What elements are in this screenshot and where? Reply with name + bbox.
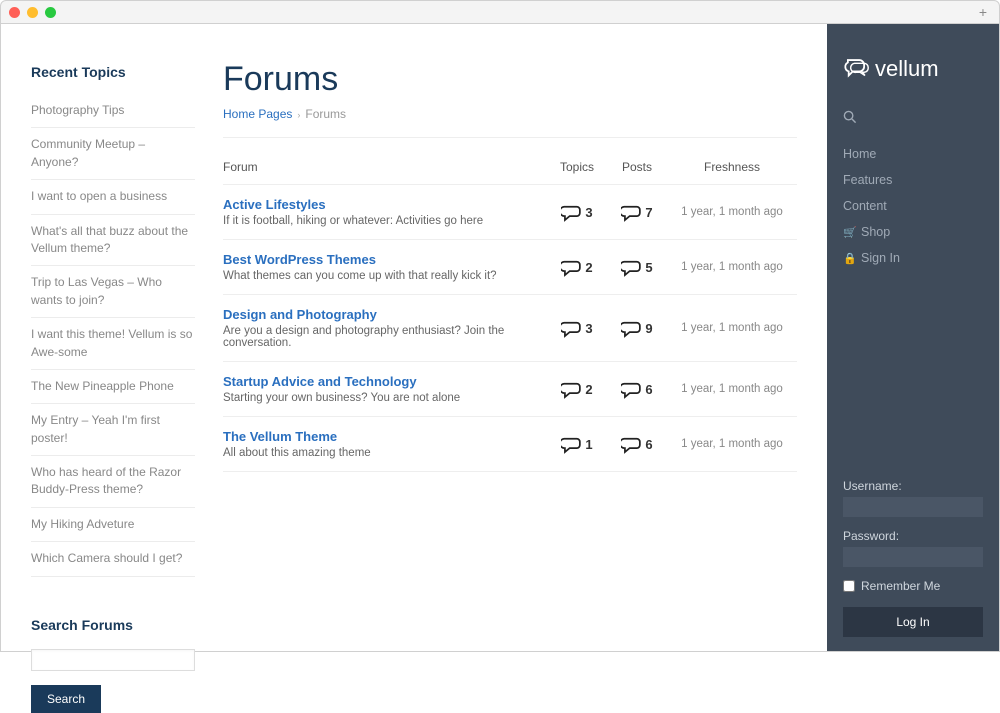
main-content: Forums Home Pages›Forums Forum Topics Po… <box>195 24 827 651</box>
speech-icon <box>621 381 641 397</box>
posts-count: 6 <box>607 436 667 452</box>
recent-topic-item[interactable]: Which Camera should I get? <box>31 542 195 576</box>
cart-icon: 🛒 <box>843 226 855 239</box>
recent-topic-item[interactable]: Community Meetup – Anyone? <box>31 128 195 180</box>
maximize-window-button[interactable] <box>45 7 56 18</box>
search-button[interactable]: Search <box>31 685 101 713</box>
recent-topics-list: Photography TipsCommunity Meetup – Anyon… <box>31 94 195 577</box>
recent-topic-item[interactable]: Who has heard of the Razor Buddy-Press t… <box>31 456 195 508</box>
forum-description: All about this amazing theme <box>223 447 547 459</box>
topics-count: 1 <box>547 436 607 452</box>
freshness-text: 1 year, 1 month ago <box>667 383 797 395</box>
close-window-button[interactable] <box>9 7 20 18</box>
forum-row: Best WordPress Themes What themes can you… <box>223 240 797 295</box>
recent-topics-heading: Recent Topics <box>31 64 195 80</box>
topics-count: 3 <box>547 320 607 336</box>
forum-row: Active Lifestyles If it is football, hiki… <box>223 185 797 240</box>
forum-row: The Vellum Theme All about this amazing t… <box>223 417 797 472</box>
forum-name-link[interactable]: The Vellum Theme <box>223 429 547 444</box>
breadcrumb: Home Pages›Forums <box>223 107 797 138</box>
nav-item[interactable]: Home <box>843 141 983 167</box>
forum-name-link[interactable]: Startup Advice and Technology <box>223 374 547 389</box>
recent-topic-item[interactable]: Photography Tips <box>31 94 195 128</box>
topics-count: 3 <box>547 204 607 220</box>
col-header-posts: Posts <box>607 160 667 174</box>
nav-list: HomeFeaturesContent🛒Shop🔒Sign In <box>843 141 983 271</box>
brand[interactable]: vellum <box>843 56 983 82</box>
forum-name-link[interactable]: Active Lifestyles <box>223 197 547 212</box>
speech-icon <box>561 436 581 452</box>
recent-topic-item[interactable]: I want this theme! Vellum is so Awe-some <box>31 318 195 370</box>
speech-icon <box>621 259 641 275</box>
remember-checkbox[interactable] <box>843 580 855 592</box>
forum-name-link[interactable]: Best WordPress Themes <box>223 252 547 267</box>
speech-icon <box>561 204 581 220</box>
username-label: Username: <box>843 479 983 493</box>
forum-row: Design and Photography Are you a design a… <box>223 295 797 362</box>
new-tab-button[interactable]: + <box>975 4 991 20</box>
posts-count: 9 <box>607 320 667 336</box>
freshness-text: 1 year, 1 month ago <box>667 322 797 334</box>
recent-topic-item[interactable]: The New Pineapple Phone <box>31 370 195 404</box>
forum-name-link[interactable]: Design and Photography <box>223 307 547 322</box>
login-form: Username: Password: Remember Me Log In <box>843 479 983 637</box>
minimize-window-button[interactable] <box>27 7 38 18</box>
nav-item[interactable]: Content <box>843 193 983 219</box>
search-input[interactable] <box>31 649 195 671</box>
recent-topic-item[interactable]: What's all that buzz about the Vellum th… <box>31 215 195 267</box>
speech-icon <box>621 436 641 452</box>
forum-description: Starting your own business? You are not … <box>223 392 547 404</box>
nav-item[interactable]: Features <box>843 167 983 193</box>
password-input[interactable] <box>843 547 983 567</box>
search-forums-heading: Search Forums <box>31 617 195 633</box>
speech-icon <box>621 204 641 220</box>
recent-topic-item[interactable]: My Hiking Adveture <box>31 508 195 542</box>
freshness-text: 1 year, 1 month ago <box>667 206 797 218</box>
brand-name: vellum <box>875 56 939 82</box>
speech-icon <box>621 320 641 336</box>
forum-description: What themes can you come up with that re… <box>223 270 547 282</box>
table-header: Forum Topics Posts Freshness <box>223 160 797 185</box>
breadcrumb-current: Forums <box>305 107 346 121</box>
forum-row: Startup Advice and Technology Starting yo… <box>223 362 797 417</box>
topics-count: 2 <box>547 259 607 275</box>
page-title: Forums <box>223 60 797 99</box>
breadcrumb-home[interactable]: Home Pages <box>223 107 292 121</box>
nav-item[interactable]: 🛒Shop <box>843 219 983 245</box>
forum-description: If it is football, hiking or whatever: A… <box>223 215 547 227</box>
posts-count: 7 <box>607 204 667 220</box>
freshness-text: 1 year, 1 month ago <box>667 438 797 450</box>
speech-icon <box>561 320 581 336</box>
freshness-text: 1 year, 1 month ago <box>667 261 797 273</box>
speech-icon <box>561 381 581 397</box>
recent-topic-item[interactable]: I want to open a business <box>31 180 195 214</box>
lock-icon: 🔒 <box>843 252 855 265</box>
nav-item[interactable]: 🔒Sign In <box>843 245 983 271</box>
posts-count: 6 <box>607 381 667 397</box>
remember-label: Remember Me <box>861 579 940 593</box>
speech-bubbles-icon <box>843 58 869 80</box>
topics-count: 2 <box>547 381 607 397</box>
col-header-freshness: Freshness <box>667 160 797 174</box>
right-panel: vellum HomeFeaturesContent🛒Shop🔒Sign In … <box>827 24 999 651</box>
recent-topic-item[interactable]: My Entry – Yeah I'm first poster! <box>31 404 195 456</box>
posts-count: 5 <box>607 259 667 275</box>
password-label: Password: <box>843 529 983 543</box>
username-input[interactable] <box>843 497 983 517</box>
col-header-forum: Forum <box>223 160 547 174</box>
col-header-topics: Topics <box>547 160 607 174</box>
login-button[interactable]: Log In <box>843 607 983 637</box>
left-sidebar: Recent Topics Photography TipsCommunity … <box>1 24 195 651</box>
nav-search-icon[interactable] <box>843 110 983 129</box>
forum-description: Are you a design and photography enthusi… <box>223 325 547 349</box>
speech-icon <box>561 259 581 275</box>
recent-topic-item[interactable]: Trip to Las Vegas – Who wants to join? <box>31 266 195 318</box>
window-titlebar: + <box>0 0 1000 24</box>
